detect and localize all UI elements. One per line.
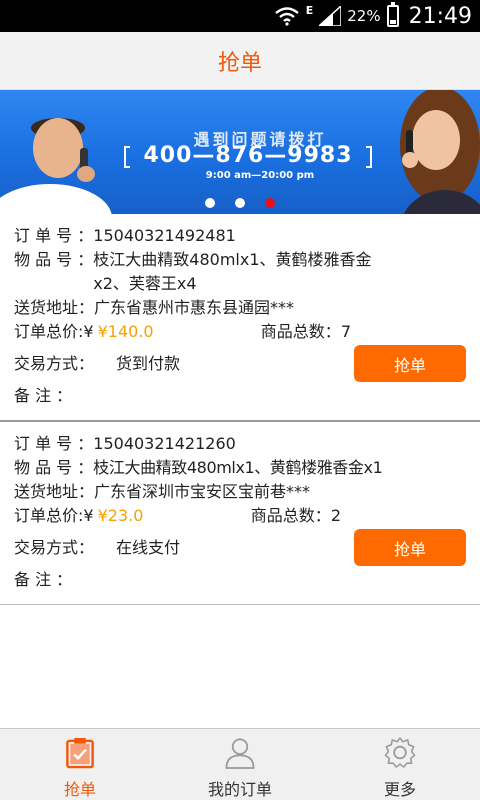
price-row: 订单总价 : ¥ ¥140.0 商品总数：7 [14, 320, 466, 344]
tab-grab-orders[interactable]: 抢单 [0, 729, 160, 800]
colon: ： [72, 434, 94, 453]
colon: ： [78, 482, 95, 501]
carousel-dot[interactable] [265, 198, 275, 208]
colon: ： [51, 386, 73, 405]
tab-my-orders[interactable]: 我的订单 [160, 729, 320, 800]
tab-label: 抢单 [63, 780, 96, 799]
order-no-row: 订 单 号 ： 15040321492481 [14, 224, 466, 248]
colon: ： [72, 458, 94, 477]
colon: ： [72, 250, 94, 269]
price-row: 订单总价 : ¥ ¥23.0 商品总数：2 [14, 504, 466, 528]
item-count: 商品总数：7 [261, 320, 351, 344]
customer-service-woman-illustration [400, 90, 480, 214]
address-label: 送货地址 [14, 482, 79, 501]
status-bar: E 22% 21:49 [0, 0, 480, 32]
bottom-nav: 抢单 我的订单 更多 [0, 728, 480, 800]
items-value: 枝江大曲精致480mlx1、黄鹤楼雅香金x2、芙蓉王x4 [93, 250, 372, 293]
hotline-number: 400—876—9983 [143, 143, 353, 168]
total-price-value: ¥140.0 [97, 322, 154, 341]
order-no-value: 15040321421260 [93, 434, 236, 453]
battery-icon [386, 2, 399, 27]
total-price-label: 订单总价 [14, 322, 79, 341]
payment-label: 交易方式 [14, 538, 79, 557]
service-hours: 9:00 am—20:00 pm [205, 170, 315, 181]
app-screen: E 22% 21:49 抢单 遇到问题请拨打 400—876—9983 9:00… [0, 0, 480, 800]
clock: 21:49 [408, 3, 472, 29]
battery-percent: 22% [347, 7, 381, 25]
colon: ： [78, 538, 95, 557]
payment-value: 在线支付 [116, 538, 181, 557]
address-row: 送货地址 ： 广东省深圳市宝安区宝前巷*** [14, 480, 466, 504]
page-title: 抢单 [217, 50, 262, 76]
grab-order-button[interactable]: 抢单 [354, 529, 466, 566]
item-count-label: 商品总数 [250, 506, 315, 525]
colon: ： [72, 226, 94, 245]
order-no-value: 15040321492481 [93, 226, 236, 245]
total-price-label: 订单总价 [14, 506, 79, 525]
order-card: 订 单 号 ： 15040321421260 物 品 号 ： 枝江大曲精致480… [0, 422, 480, 605]
address-label: 送货地址 [14, 298, 79, 317]
order-no-label: 订 单 号 [14, 226, 73, 245]
gear-icon [384, 737, 416, 768]
items-value: 枝江大曲精致480mlx1、黄鹤楼雅香金x1 [93, 458, 383, 477]
customer-service-man-illustration [0, 118, 112, 214]
order-no-label: 订 单 号 [14, 434, 73, 453]
battery-level-fill [389, 20, 396, 24]
currency-symbol: ¥ [83, 506, 94, 525]
payment-label: 交易方式 [14, 354, 79, 373]
signal-icon [319, 6, 342, 26]
address-value: 广东省惠州市惠东县通园*** [94, 298, 295, 317]
colon: ： [78, 354, 95, 373]
colon: ： [324, 322, 341, 341]
note-label: 备 注 [14, 570, 52, 589]
network-type: E [305, 3, 314, 17]
currency-symbol: ¥ [83, 322, 94, 341]
address-value: 广东省深圳市宝安区宝前巷*** [94, 482, 311, 501]
order-card: 订 单 号 ： 15040321492481 物 品 号 ： 枝江大曲精致480… [0, 214, 480, 422]
item-count-label: 商品总数 [260, 322, 325, 341]
note-row: 备 注 ： [14, 568, 466, 592]
tab-label: 更多 [383, 780, 416, 799]
hotline-box: 400—876—9983 [124, 143, 372, 168]
colon: ： [314, 506, 331, 525]
header-bar: 抢单 [0, 32, 480, 90]
carousel-dot[interactable] [235, 198, 245, 208]
item-no-label: 物 品 号 [14, 458, 73, 477]
address-row: 送货地址 ： 广东省惠州市惠东县通园*** [14, 296, 466, 320]
promo-banner[interactable]: 遇到问题请拨打 400—876—9983 9:00 am—20:00 pm [0, 90, 480, 214]
wifi-icon [274, 7, 299, 26]
order-no-row: 订 单 号 ： 15040321421260 [14, 432, 466, 456]
carousel-indicator [0, 198, 480, 208]
colon: ： [51, 570, 73, 589]
user-icon [225, 738, 255, 769]
note-label: 备 注 [14, 386, 52, 405]
clipboard-icon [66, 737, 94, 769]
order-list: 订 单 号 ： 15040321492481 物 品 号 ： 枝江大曲精致480… [0, 214, 480, 605]
items-row: 物 品 号 ： 枝江大曲精致480mlx1、黄鹤楼雅香金x2、芙蓉王x4 [14, 248, 466, 296]
carousel-dot[interactable] [205, 198, 215, 208]
note-row: 备 注 ： [14, 384, 466, 408]
item-count: 商品总数：2 [251, 504, 341, 528]
total-price-value: ¥23.0 [97, 506, 144, 525]
payment-value: 货到付款 [116, 354, 181, 373]
colon: ： [78, 298, 95, 317]
item-count-value: 2 [330, 506, 341, 525]
item-count-value: 7 [340, 322, 351, 341]
grab-order-button[interactable]: 抢单 [354, 345, 466, 382]
item-no-label: 物 品 号 [14, 250, 73, 269]
items-row: 物 品 号 ： 枝江大曲精致480mlx1、黄鹤楼雅香金x1 [14, 456, 466, 480]
tab-label: 我的订单 [207, 780, 272, 799]
tab-more[interactable]: 更多 [320, 729, 480, 800]
